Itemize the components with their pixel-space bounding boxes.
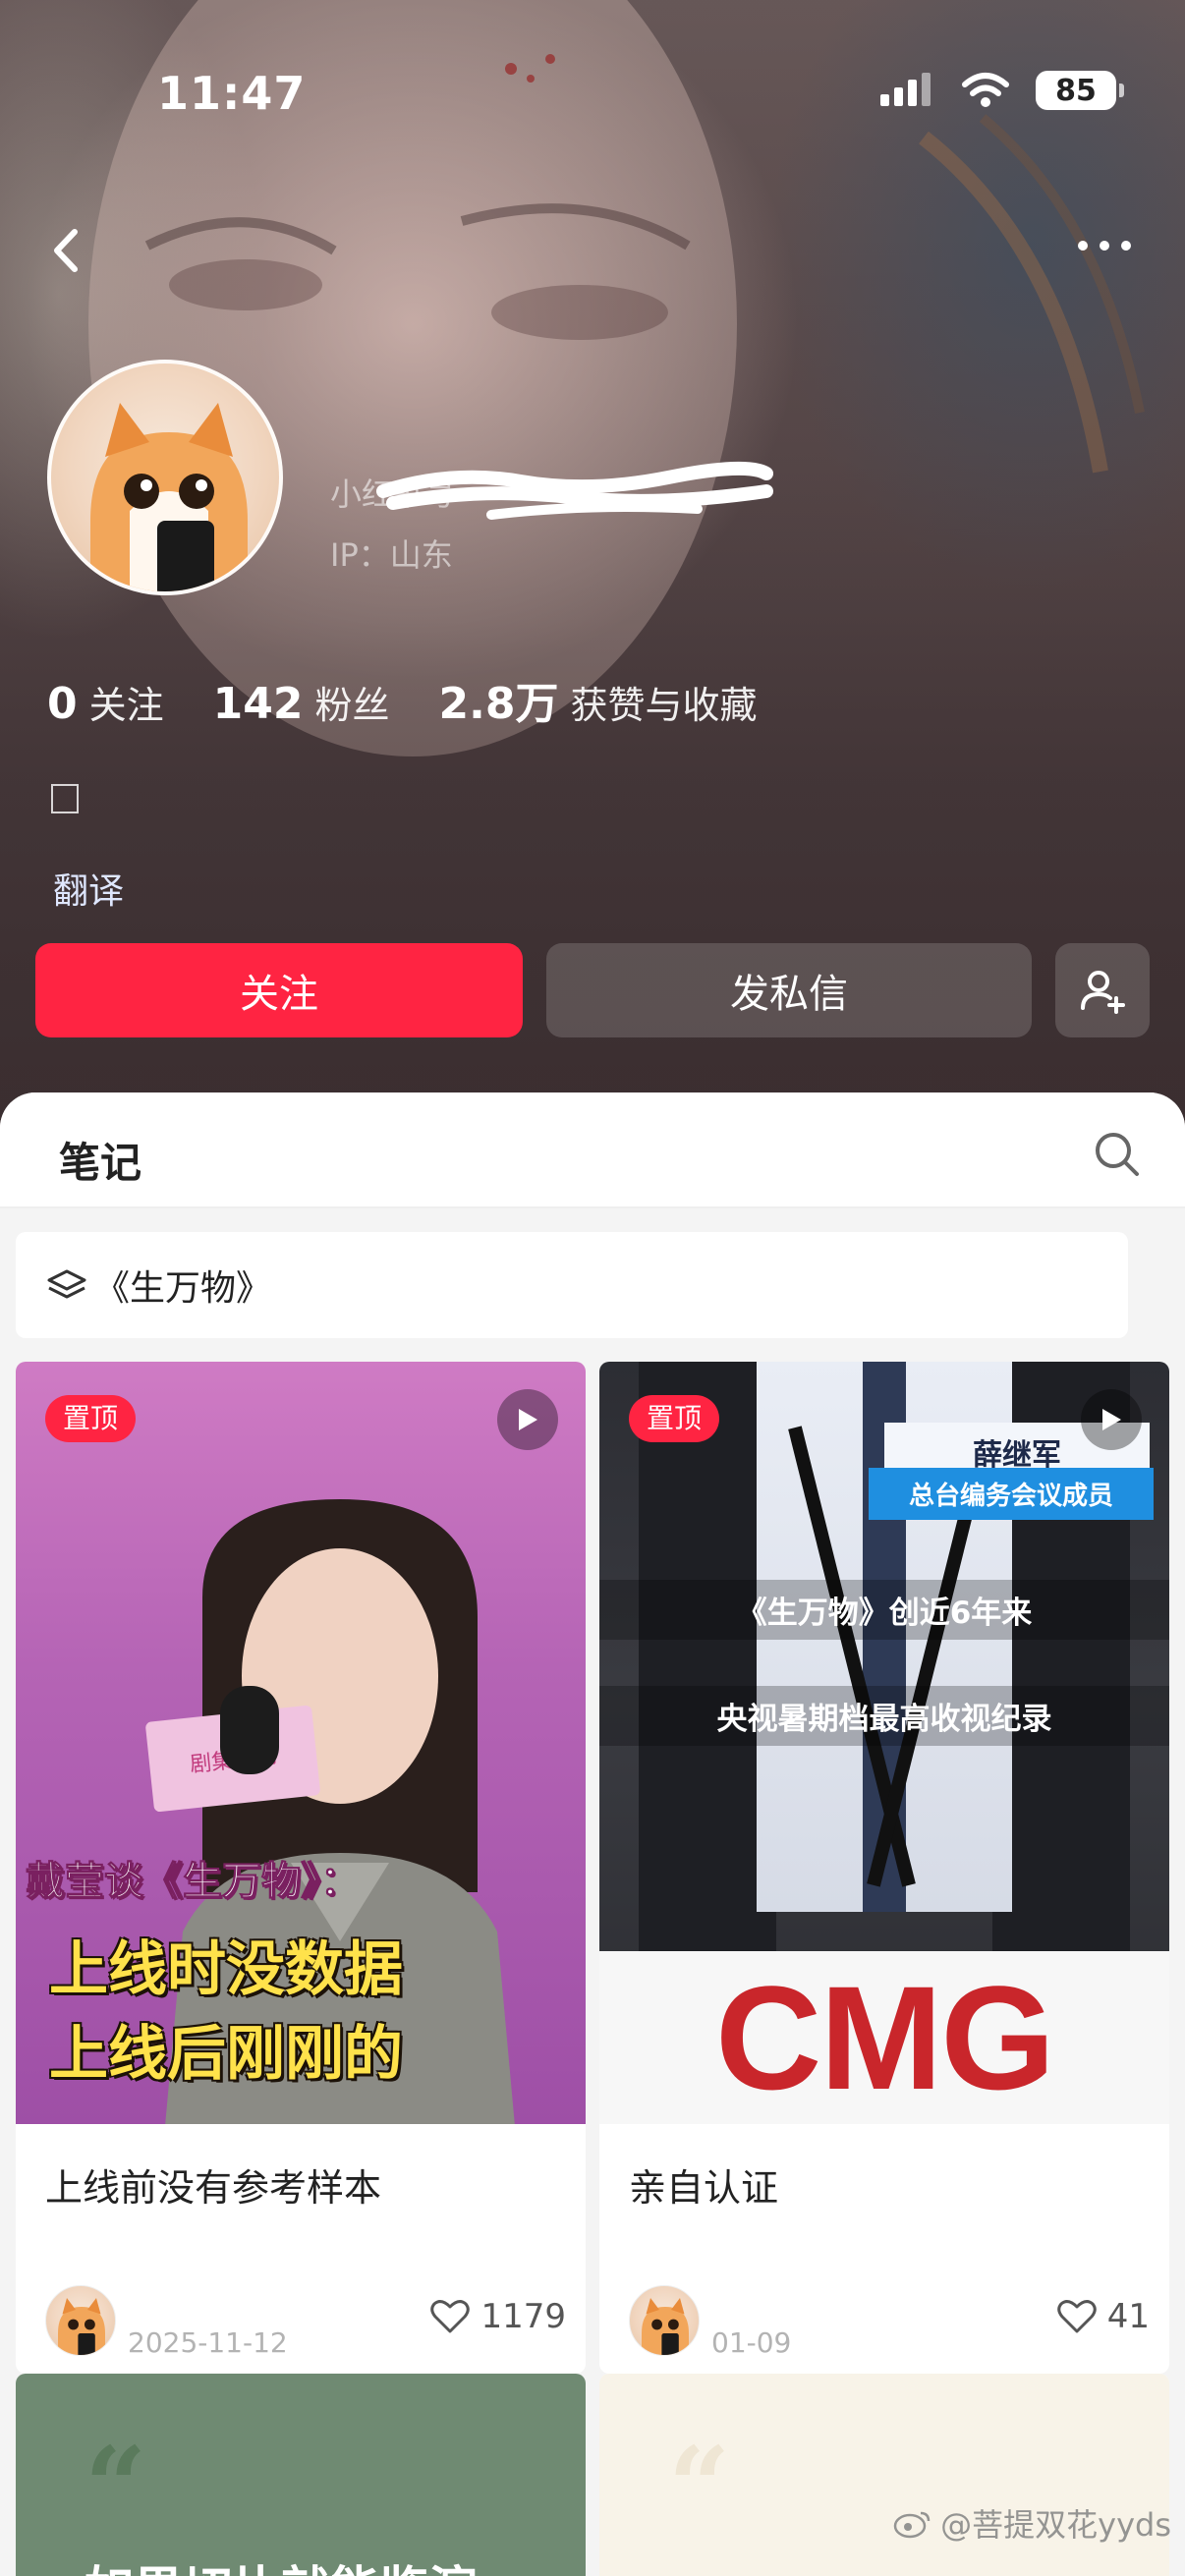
collection-label: 《生万物》	[94, 1268, 272, 1309]
chevron-left-icon	[54, 229, 78, 272]
author-avatar[interactable]	[45, 2285, 116, 2356]
status-icons: 85	[880, 71, 1124, 110]
note-footer: 01-09 41	[629, 2285, 1150, 2364]
cmg-logo-text: CMG	[715, 1955, 1055, 2120]
note-card[interactable]: 薛继军 总台编务会议成员 《生万物》创近6年来 央视暑期档最高收视纪录 CMG …	[599, 1362, 1169, 2374]
cover-headline-2: 上线后刚刚的	[49, 2020, 403, 2089]
note-cover: 薛继军 总台编务会议成员 《生万物》创近6年来 央视暑期档最高收视纪录 CMG …	[599, 1362, 1169, 2124]
profile-page: 11:47 85 小红书号 IP：山东 0 关注 142 粉丝 2.8万 获赞与…	[0, 0, 1185, 2576]
cover-headline: 如果切片就能鉴演	[85, 2550, 478, 2576]
stat-likes-label: 获赞与收藏	[570, 684, 758, 727]
note-footer: 2025-11-12 1179	[45, 2285, 566, 2364]
stat-following-count: 0	[47, 679, 78, 729]
video-badge	[1081, 1389, 1142, 1450]
stat-likes[interactable]: 2.8万 获赞与收藏	[439, 668, 758, 731]
wifi-icon	[962, 73, 1009, 107]
status-time: 11:47	[157, 67, 307, 120]
jacket-left	[639, 1362, 776, 1951]
cmg-logo: CMG	[599, 1951, 1169, 2124]
quote-mark: “	[85, 2423, 147, 2549]
note-card[interactable]: “ 如果切片就能鉴演	[16, 2374, 586, 2576]
follow-button[interactable]: 关注	[35, 943, 523, 1037]
content-sheet: 笔记 《生万物》 戴莹谈《生万物》： 上线时没数据 上线后刚刚的 置顶 上线前没…	[0, 1092, 1185, 2576]
weibo-logo-icon	[893, 2511, 931, 2539]
microphone	[220, 1686, 279, 1774]
profile-stats: 0 关注 142 粉丝 2.8万 获赞与收藏	[47, 668, 806, 731]
author-avatar[interactable]	[629, 2285, 700, 2356]
translate-link[interactable]: 翻译	[53, 863, 124, 914]
heart-icon	[430, 2300, 471, 2333]
like-count: 41	[1106, 2297, 1150, 2336]
watermark-text: @菩提双花yyds	[940, 2506, 1171, 2544]
cat-avatar-image	[642, 2298, 689, 2355]
cover-headline-1: 上线时没数据	[49, 1935, 403, 2004]
pinned-badge: 置顶	[629, 1395, 720, 1442]
stat-following[interactable]: 0 关注	[47, 675, 164, 729]
tab-notes[interactable]: 笔记	[59, 1130, 141, 1190]
note-date: 01-09	[711, 2326, 792, 2359]
play-icon	[1102, 1409, 1121, 1430]
more-dots-icon	[1078, 241, 1131, 251]
collection-filter[interactable]: 《生万物》	[16, 1232, 1128, 1338]
cover-subtitle: 戴莹谈《生万物》：	[26, 1859, 361, 1905]
note-card[interactable]: “	[599, 2374, 1169, 2576]
missing-glyph-icon	[51, 784, 79, 813]
profile-avatar[interactable]	[47, 360, 283, 595]
message-button[interactable]: 发私信	[546, 943, 1032, 1037]
note-title: 上线前没有参考样本	[45, 2166, 382, 2210]
quote-mark: “	[668, 2423, 731, 2549]
add-friend-button[interactable]	[1055, 943, 1150, 1037]
cat-avatar-image	[58, 2298, 105, 2355]
weibo-watermark: @菩提双花yyds	[893, 2500, 1171, 2546]
redaction-scribble	[376, 461, 773, 520]
cover-caption-1: 《生万物》创近6年来	[599, 1580, 1169, 1640]
stat-followers[interactable]: 142 粉丝	[213, 675, 390, 729]
cat-avatar-image	[90, 403, 248, 591]
heart-icon	[1056, 2300, 1097, 2333]
back-button[interactable]	[43, 216, 92, 285]
search-button[interactable]	[1093, 1130, 1142, 1179]
ip-location: IP：山东	[330, 536, 453, 574]
more-button[interactable]	[1073, 226, 1136, 265]
add-user-icon	[1081, 971, 1125, 1014]
note-date: 2025-11-12	[128, 2326, 288, 2359]
pinned-badge: 置顶	[45, 1395, 137, 1442]
like-button[interactable]: 1179	[429, 2297, 566, 2336]
stat-likes-count: 2.8万	[438, 679, 559, 729]
speaker-role: 总台编务会议成员	[869, 1468, 1154, 1520]
note-title: 亲自认证	[629, 2166, 779, 2210]
stat-followers-count: 142	[212, 679, 304, 729]
battery-indicator: 85	[1036, 71, 1124, 110]
note-cover: 剧集沙龙 戴莹谈《生万物》： 上线时没数据 上线后刚刚的 置顶	[16, 1362, 586, 2124]
play-icon	[519, 1409, 537, 1430]
note-card[interactable]: 剧集沙龙 戴莹谈《生万物》： 上线时没数据 上线后刚刚的 置顶 上线前没有参考样…	[16, 1362, 586, 2374]
like-count: 1179	[480, 2297, 566, 2336]
stat-followers-label: 粉丝	[314, 684, 390, 727]
like-button[interactable]: 41	[1056, 2297, 1150, 2336]
search-icon	[1096, 1133, 1139, 1176]
cover-caption-2: 央视暑期档最高收视纪录	[599, 1686, 1169, 1746]
signal-icon	[880, 73, 931, 106]
video-badge	[497, 1389, 558, 1450]
tab-bar: 笔记	[0, 1092, 1185, 1208]
stat-following-label: 关注	[88, 684, 164, 727]
layers-icon	[47, 1269, 86, 1299]
